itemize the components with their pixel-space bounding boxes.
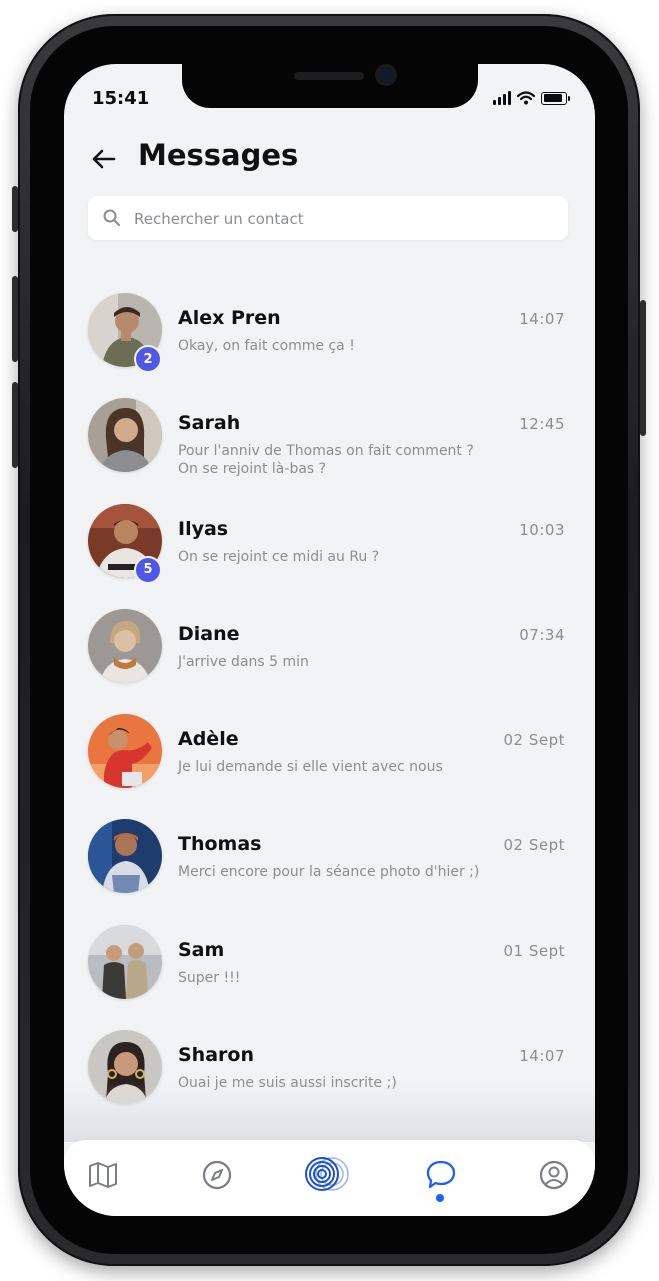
message-time: 14:07 [519, 1047, 565, 1066]
conversation-item[interactable]: Adèle Je lui demande si elle vient avec … [64, 707, 595, 812]
volume-down-button [12, 382, 18, 468]
arrow-left-icon [92, 149, 116, 169]
conversation-item[interactable]: Diane J'arrive dans 5 min 07:34 [64, 602, 595, 707]
contact-name: Sharon [178, 1044, 254, 1067]
message-preview: Je lui demande si elle vient avec nous [178, 759, 443, 776]
contact-name: Adèle [178, 728, 239, 751]
message-time: 10:03 [519, 520, 565, 539]
compass-icon [202, 1160, 232, 1190]
search-bar[interactable] [88, 196, 568, 242]
contact-name: Diane [178, 622, 240, 645]
tab-profile[interactable] [537, 1158, 571, 1192]
message-preview: Okay, on fait comme ça ! [178, 338, 355, 354]
notch [182, 64, 478, 108]
message-time: 02 Sept [503, 836, 565, 855]
avatar [88, 714, 162, 789]
conversation-item[interactable]: Sam Super !!! 01 Sept [64, 918, 595, 1023]
message-time: 14:07 [519, 310, 565, 328]
profile-icon [539, 1160, 569, 1190]
list-fade [64, 1082, 595, 1142]
tab-map[interactable] [86, 1158, 120, 1192]
map-icon [89, 1162, 117, 1188]
tab-bar [64, 1140, 595, 1216]
header: Messages [64, 134, 595, 184]
message-time: 01 Sept [503, 941, 565, 960]
message-preview: J'arrive dans 5 min [178, 653, 309, 670]
contact-name: Ilyas [178, 517, 229, 540]
avatar [88, 398, 162, 473]
search-icon [103, 209, 121, 227]
speaker [294, 72, 364, 80]
conversation-item[interactable]: 5 Ilyas On se rejoint ce midi au Ru ? 10… [64, 497, 595, 602]
tab-radar[interactable] [302, 1154, 354, 1194]
contact-name: Sam [178, 938, 225, 961]
chat-icon [426, 1160, 456, 1189]
message-preview: Pour l'anniv de Thomas on fait comment ?… [178, 443, 474, 478]
mute-switch [12, 186, 18, 232]
conversation-item[interactable]: Sarah Pour l'anniv de Thomas on fait com… [64, 391, 595, 496]
message-time: 12:45 [519, 415, 565, 434]
conversation-item[interactable]: 2 Alex Pren Okay, on fait comme ça ! 14:… [64, 286, 595, 391]
power-button [640, 300, 646, 436]
avatar [88, 608, 162, 683]
message-preview: On se rejoint ce midi au Ru ? [178, 548, 380, 565]
status-icons [493, 91, 570, 105]
contact-name: Sarah [178, 412, 241, 435]
search-input[interactable] [132, 196, 556, 242]
unread-badge: 5 [134, 555, 162, 584]
screen: 15:41 Messages 2 [64, 64, 595, 1216]
unread-badge: 2 [134, 345, 162, 373]
contact-name: Thomas [178, 833, 262, 856]
battery-icon [541, 91, 570, 105]
front-camera [378, 67, 394, 83]
page-title: Messages [138, 138, 299, 172]
conversation-item[interactable]: Thomas Merci encore pour la séance photo… [64, 812, 595, 917]
active-tab-indicator [436, 1194, 444, 1202]
tab-messages[interactable] [424, 1158, 458, 1192]
tab-explore[interactable] [200, 1158, 234, 1192]
message-preview: Merci encore pour la séance photo d'hier… [178, 864, 480, 881]
message-time: 02 Sept [503, 731, 565, 750]
signal-icon [493, 91, 511, 105]
message-preview: Super !!! [178, 969, 241, 986]
conversation-list: 2 Alex Pren Okay, on fait comme ça ! 14:… [64, 286, 595, 1128]
volume-up-button [12, 276, 18, 362]
avatar [88, 819, 162, 894]
back-button[interactable] [88, 143, 120, 175]
wifi-icon [517, 91, 535, 105]
message-time: 07:34 [519, 625, 565, 644]
avatar [88, 924, 162, 999]
contact-name: Alex Pren [178, 307, 281, 329]
radar-icon [305, 1157, 349, 1191]
status-time: 15:41 [92, 88, 150, 109]
